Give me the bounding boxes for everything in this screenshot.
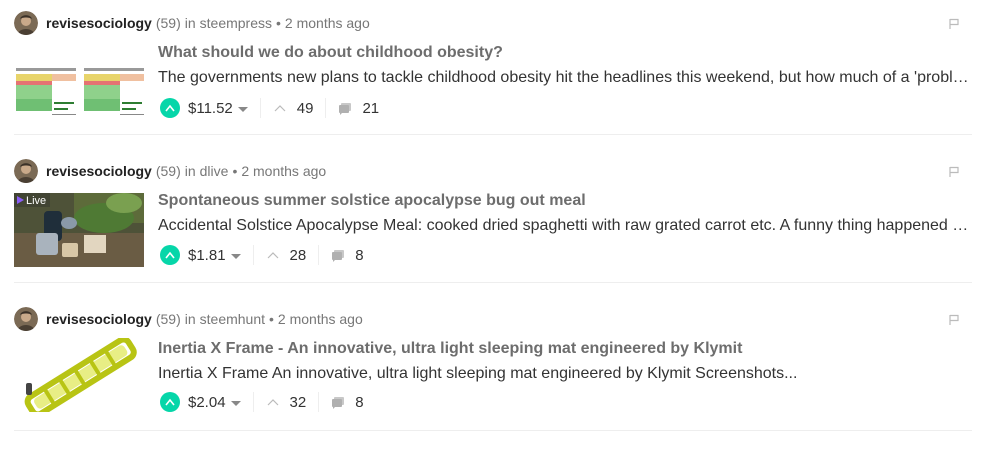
post-item[interactable]: revisesociology (59) in steemhunt • 2 mo… — [0, 306, 994, 454]
post-thumbnail[interactable]: Live — [14, 193, 144, 267]
votes-count[interactable]: 32 — [290, 394, 307, 411]
dropdown-caret-icon[interactable] — [230, 400, 241, 406]
post-divider — [14, 282, 972, 283]
footer-divider — [318, 392, 320, 412]
comments-count[interactable]: 21 — [362, 100, 379, 117]
post-item[interactable]: revisesociology (59) in dlive • 2 months… — [0, 158, 994, 306]
comments-icon[interactable] — [331, 396, 345, 409]
footer-divider — [259, 98, 261, 118]
flag-icon[interactable] — [948, 18, 960, 30]
footer-divider — [318, 245, 320, 265]
author-reputation: (59) — [155, 163, 181, 179]
post-footer: $2.04 32 8 — [160, 390, 364, 414]
comments-count[interactable]: 8 — [355, 394, 363, 411]
in-label: in — [184, 163, 196, 179]
post-header: revisesociology (59) in dlive • 2 months… — [14, 158, 326, 184]
dropdown-caret-icon[interactable] — [237, 106, 248, 112]
avatar[interactable] — [14, 159, 38, 183]
post-item[interactable]: revisesociology (59) in steempress • 2 m… — [0, 10, 994, 158]
comments-count[interactable]: 8 — [355, 247, 363, 264]
separator-dot: • — [276, 15, 281, 31]
post-summary[interactable]: Accidental Solstice Apocalypse Meal: coo… — [158, 215, 972, 237]
upvote-button[interactable] — [160, 392, 180, 412]
community-link[interactable]: dlive — [200, 163, 229, 179]
post-title[interactable]: Spontaneous summer solstice apocalypse b… — [158, 190, 972, 212]
post-content[interactable]: Spontaneous summer solstice apocalypse b… — [158, 190, 972, 237]
votes-icon[interactable] — [266, 250, 280, 260]
live-badge: Live — [26, 195, 46, 207]
post-footer: $11.52 49 21 — [160, 96, 379, 120]
post-title[interactable]: Inertia X Frame - An innovative, ultra l… — [158, 338, 972, 360]
post-thumbnail[interactable] — [14, 338, 144, 412]
upvote-icon — [165, 104, 175, 112]
footer-divider — [252, 245, 254, 265]
post-feed: revisesociology (59) in steempress • 2 m… — [0, 0, 994, 438]
upvote-button[interactable] — [160, 98, 180, 118]
in-label: in — [184, 311, 196, 327]
in-label: in — [184, 15, 196, 31]
payout-value[interactable]: $11.52 — [188, 100, 233, 117]
flag-icon[interactable] — [948, 314, 960, 326]
post-header: revisesociology (59) in steempress • 2 m… — [14, 10, 370, 36]
post-title[interactable]: What should we do about childhood obesit… — [158, 42, 972, 64]
community-link[interactable]: steemhunt — [200, 311, 265, 327]
post-timestamp[interactable]: 2 months ago — [278, 311, 363, 327]
flag-icon[interactable] — [948, 166, 960, 178]
author-reputation: (59) — [155, 311, 181, 327]
avatar[interactable] — [14, 11, 38, 35]
separator-dot: • — [269, 311, 274, 327]
payout-value[interactable]: $2.04 — [188, 394, 226, 411]
votes-count[interactable]: 49 — [297, 100, 314, 117]
post-summary[interactable]: The governments new plans to tackle chil… — [158, 67, 972, 89]
post-timestamp[interactable]: 2 months ago — [285, 15, 370, 31]
community-link[interactable]: steempress — [200, 15, 272, 31]
upvote-icon — [165, 398, 175, 406]
upvote-button[interactable] — [160, 245, 180, 265]
footer-divider — [325, 98, 327, 118]
author-link[interactable]: revisesociology — [46, 15, 152, 31]
author-reputation: (59) — [155, 15, 181, 31]
post-timestamp[interactable]: 2 months ago — [241, 163, 326, 179]
separator-dot: • — [232, 163, 238, 179]
votes-icon[interactable] — [266, 397, 280, 407]
author-link[interactable]: revisesociology — [46, 163, 152, 179]
footer-divider — [252, 392, 254, 412]
post-summary[interactable]: Inertia X Frame An innovative, ultra lig… — [158, 363, 972, 385]
dropdown-caret-icon[interactable] — [230, 253, 241, 259]
post-divider — [14, 430, 972, 431]
post-header: revisesociology (59) in steemhunt • 2 mo… — [14, 306, 363, 332]
post-divider — [14, 134, 972, 135]
author-link[interactable]: revisesociology — [46, 311, 152, 327]
comments-icon[interactable] — [331, 249, 345, 262]
votes-count[interactable]: 28 — [290, 247, 307, 264]
post-footer: $1.81 28 8 — [160, 243, 364, 267]
upvote-icon — [165, 251, 175, 259]
post-content[interactable]: Inertia X Frame - An innovative, ultra l… — [158, 338, 972, 385]
payout-value[interactable]: $1.81 — [188, 247, 226, 264]
post-thumbnail[interactable] — [14, 62, 144, 136]
votes-icon[interactable] — [273, 103, 287, 113]
avatar[interactable] — [14, 307, 38, 331]
comments-icon[interactable] — [338, 102, 352, 115]
post-content[interactable]: What should we do about childhood obesit… — [158, 42, 972, 89]
